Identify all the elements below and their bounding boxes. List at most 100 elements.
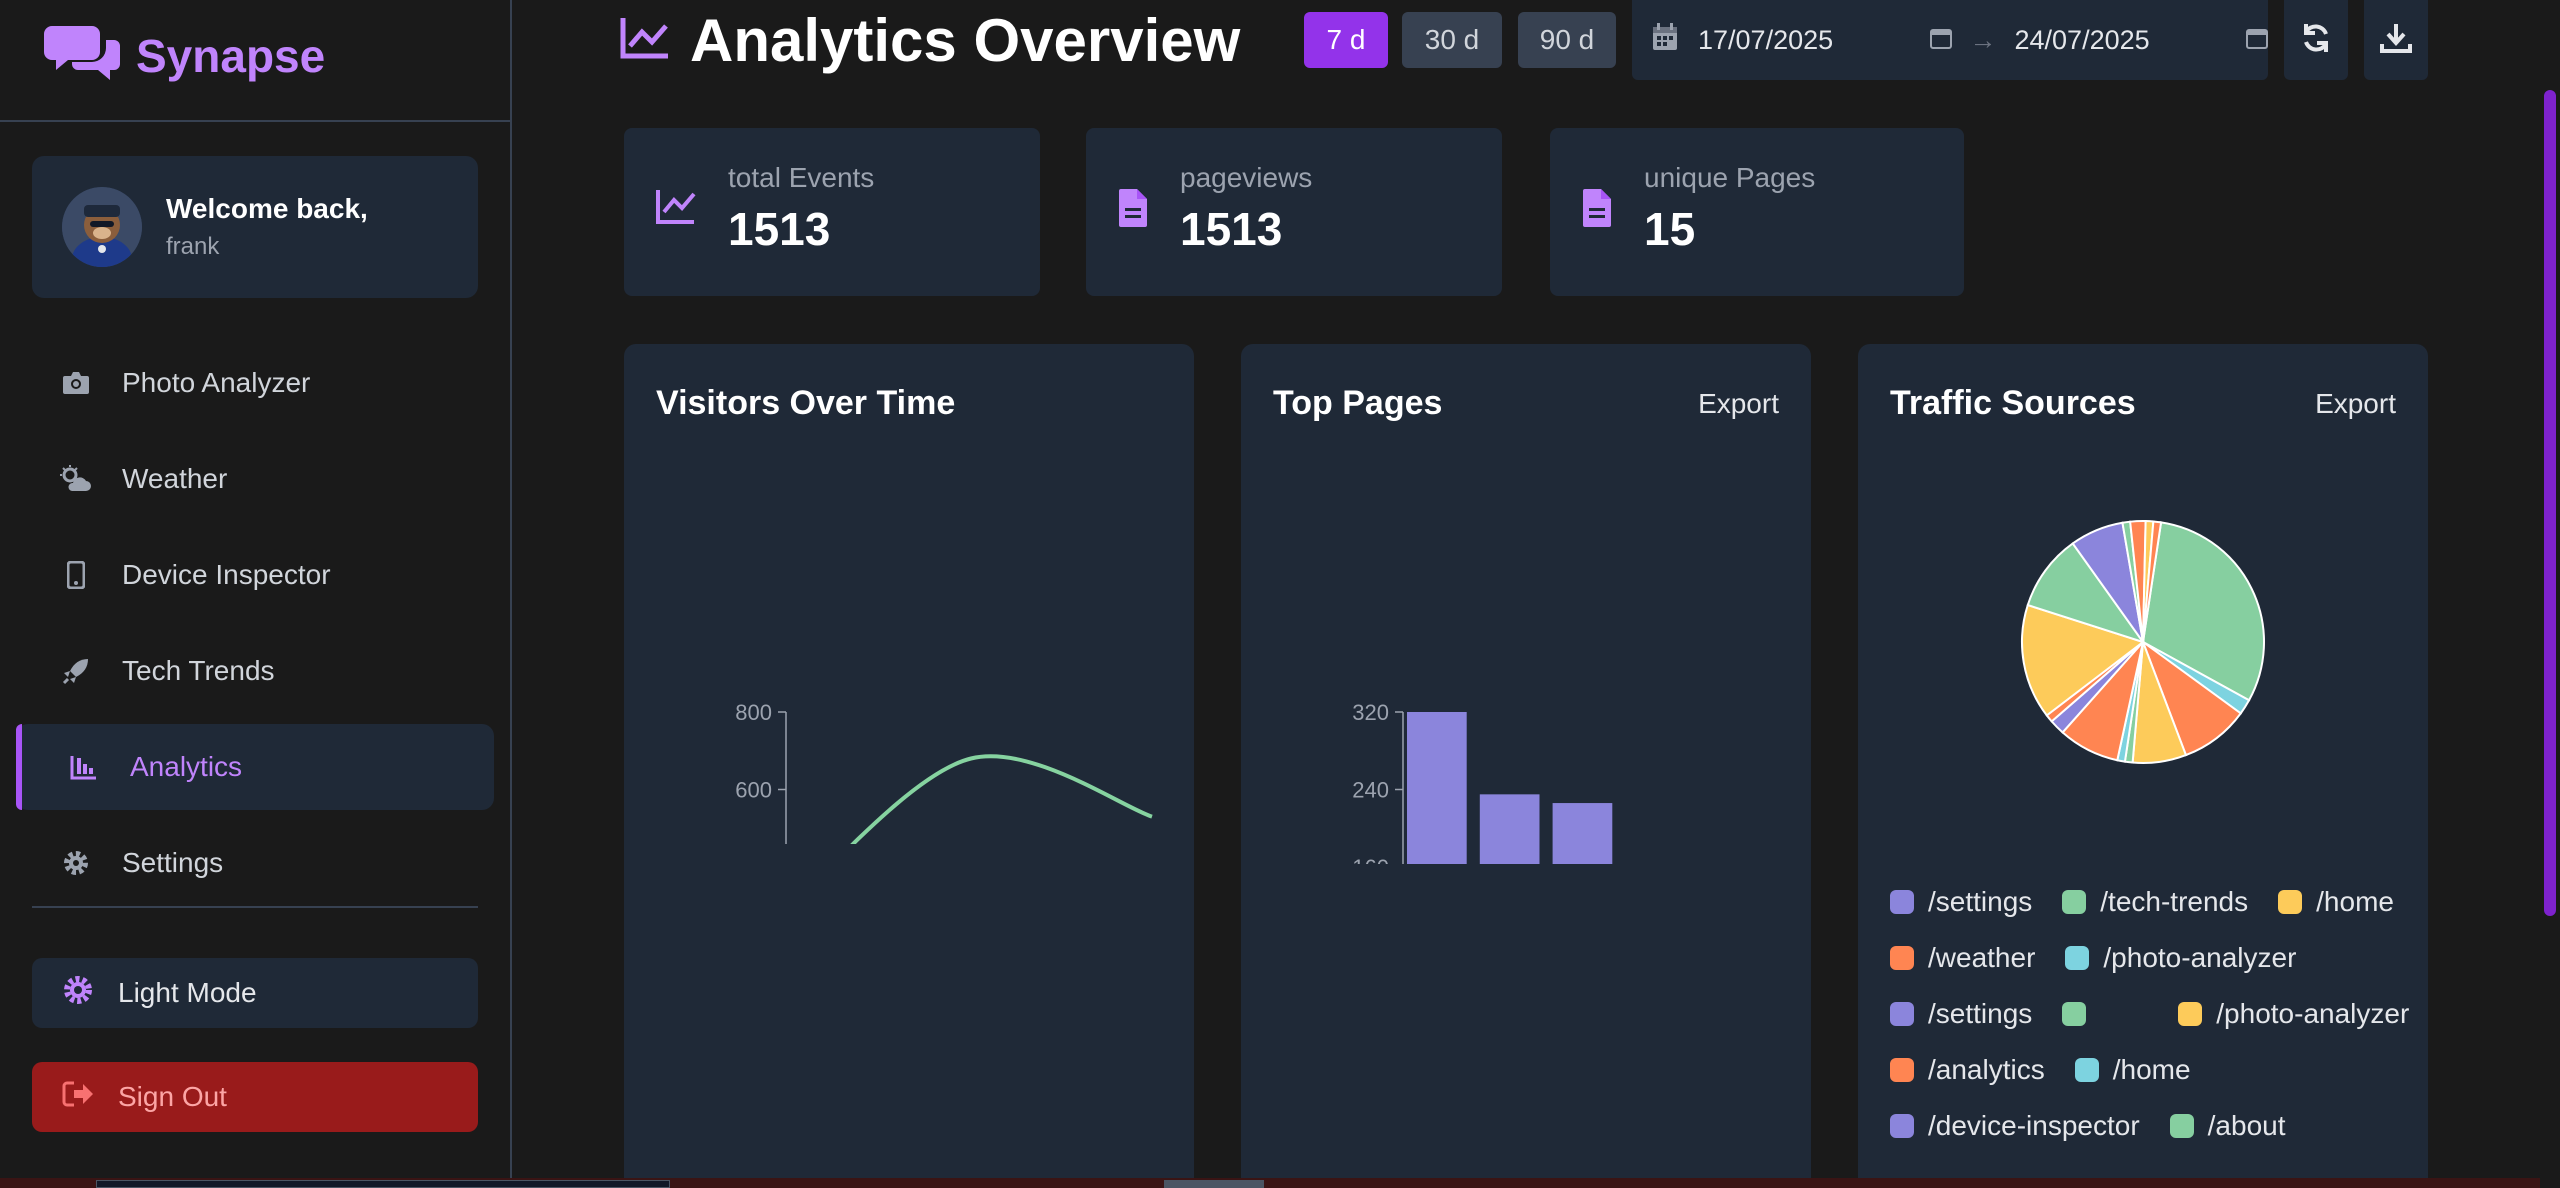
sidebar-item-label: Tech Trends (122, 655, 275, 686)
legend-item[interactable]: /analytics (1890, 1052, 2045, 1088)
refresh-button[interactable] (2284, 0, 2348, 80)
sidebar-item-settings[interactable]: Settings (16, 820, 494, 906)
legend-label: /analytics (1928, 1054, 2045, 1085)
traffic-sources-card: Traffic Sources Export /settings/tech-tr… (1858, 344, 2428, 1188)
range-30d-button[interactable]: 30 d (1402, 12, 1502, 68)
download-icon (2380, 22, 2412, 59)
traffic-pie-chart (2021, 520, 2265, 764)
card-title: Traffic Sources (1890, 384, 2136, 422)
sun-icon (62, 974, 94, 1013)
legend-item[interactable]: /photo-analyzer (2065, 940, 2296, 976)
card-title: Visitors Over Time (656, 384, 956, 422)
sidebar-item-analytics[interactable]: Analytics (16, 724, 494, 810)
export-button[interactable]: Export (1698, 388, 1779, 420)
legend-item[interactable]: /device-inspector (1890, 1108, 2140, 1144)
y-tick-label: 600 (735, 778, 772, 803)
download-button[interactable] (2364, 0, 2428, 80)
date-from-input[interactable]: 17/07/2025 (1698, 25, 1952, 56)
horizontal-scrollbar-thumb[interactable] (96, 1180, 670, 1188)
legend-swatch (2178, 1002, 2203, 1026)
legend-swatch (2169, 1114, 2194, 1138)
range-90d-button[interactable]: 90 d (1518, 12, 1616, 68)
legend-swatch (2065, 946, 2090, 970)
visitors-line-chart: 02004006008002025-07-212025-07-23 (735, 700, 1153, 844)
legend-swatch (2278, 890, 2303, 914)
legend-label: /settings (1928, 998, 2033, 1029)
legend-item[interactable] (2062, 996, 2148, 1032)
top-pages-bar-chart: 080160240320\/home/chat/about (1352, 700, 1613, 864)
range-arrow: → (1969, 24, 1997, 55)
legend-item[interactable]: /home (2278, 884, 2394, 920)
phone-icon (60, 561, 92, 589)
legend-item[interactable]: /settings (1890, 996, 2032, 1032)
export-button[interactable]: Export (2315, 388, 2396, 420)
legend-label: /home (2112, 1054, 2191, 1085)
divider (32, 906, 478, 908)
file-icon (1582, 188, 1612, 233)
sidebar-item-label: Photo Analyzer (122, 367, 311, 398)
brand-name: Synapse (136, 29, 326, 82)
stat-value: 15 (1644, 203, 1696, 255)
rocket-icon (60, 657, 92, 685)
light-mode-label: Light Mode (118, 977, 257, 1008)
date-to-value: 24/07/2025 (2014, 24, 2150, 55)
legend-item[interactable]: /settings (1890, 884, 2032, 920)
page-title: Analytics Overview (690, 7, 1241, 74)
horizontal-scrollbar-segment[interactable] (1164, 1180, 1264, 1188)
legend-item[interactable]: /about (2169, 1108, 2286, 1144)
stat-card-pageviews: pageviews 1513 (1086, 128, 1502, 296)
sidebar-item-tech-trends[interactable]: Tech Trends (16, 628, 494, 714)
stat-label: total Events (728, 162, 875, 193)
light-mode-button[interactable]: Light Mode (32, 958, 478, 1028)
avatar[interactable] (62, 187, 142, 267)
legend-label: /tech-trends (2100, 886, 2249, 917)
legend-swatch (1890, 1114, 1914, 1138)
camera-icon (60, 371, 92, 395)
bar-chart-icon (68, 754, 100, 780)
sidebar-item-device-inspector[interactable]: Device Inspector (16, 532, 494, 618)
brand[interactable]: Synapse (44, 22, 325, 89)
legend-label: /about (2207, 1110, 2286, 1141)
file-icon (1118, 188, 1148, 233)
legend-swatch (1890, 890, 1914, 914)
stat-value: 1513 (728, 203, 831, 255)
calendar-icon (1652, 22, 1678, 58)
legend-item[interactable]: /weather (1890, 940, 2035, 976)
chart-legend: /settings/tech-trends/home/weather/photo… (1890, 884, 2410, 1144)
divider (0, 120, 510, 122)
sign-out-button[interactable]: Sign Out (32, 1062, 478, 1132)
calendar-picker-icon[interactable] (1929, 25, 1952, 56)
bar (1407, 712, 1467, 864)
y-tick-label: 240 (1352, 778, 1389, 803)
vertical-scrollbar-thumb[interactable] (2544, 90, 2556, 916)
sidebar-item-weather[interactable]: Weather (16, 436, 494, 522)
legend-swatch (1890, 1002, 1914, 1026)
legend-swatch (1890, 1058, 1914, 1082)
legend-label: /photo-analyzer (2103, 942, 2297, 973)
page-header: Analytics Overview (620, 6, 1240, 75)
legend-item[interactable]: /home (2074, 1052, 2191, 1088)
legend-swatch (2062, 890, 2087, 914)
sidebar-item-photo-analyzer[interactable]: Photo Analyzer (16, 340, 494, 426)
card-title: Top Pages (1273, 384, 1443, 422)
stat-card-total-events: total Events 1513 (624, 128, 1040, 296)
y-tick-label: 320 (1352, 700, 1389, 725)
sidebar: Synapse Welcome back, frank Photo Analyz (0, 0, 512, 1188)
welcome-card: Welcome back, frank (32, 156, 478, 298)
refresh-icon (2300, 22, 2332, 59)
top-pages-card: Top Pages Export 080160240320\/home/chat… (1241, 344, 1811, 1188)
chat-bubbles-icon (44, 22, 122, 89)
welcome-title: Welcome back, (166, 193, 368, 224)
calendar-picker-icon[interactable] (2246, 25, 2268, 56)
line-chart-icon (656, 188, 696, 229)
range-7d-button[interactable]: 7 d (1304, 12, 1388, 68)
legend-item[interactable]: /photo-analyzer (2178, 996, 2409, 1032)
sidebar-item-label: Settings (122, 847, 224, 878)
date-to-input[interactable]: 24/07/2025 (2014, 24, 2268, 56)
bar (1479, 794, 1540, 864)
legend-item[interactable]: /tech-trends (2062, 884, 2248, 920)
stat-card-unique-pages: unique Pages 15 (1550, 128, 1964, 296)
stat-label: unique Pages (1644, 162, 1816, 193)
stat-value: 1513 (1180, 203, 1283, 255)
legend-label: /settings (1928, 886, 2033, 917)
